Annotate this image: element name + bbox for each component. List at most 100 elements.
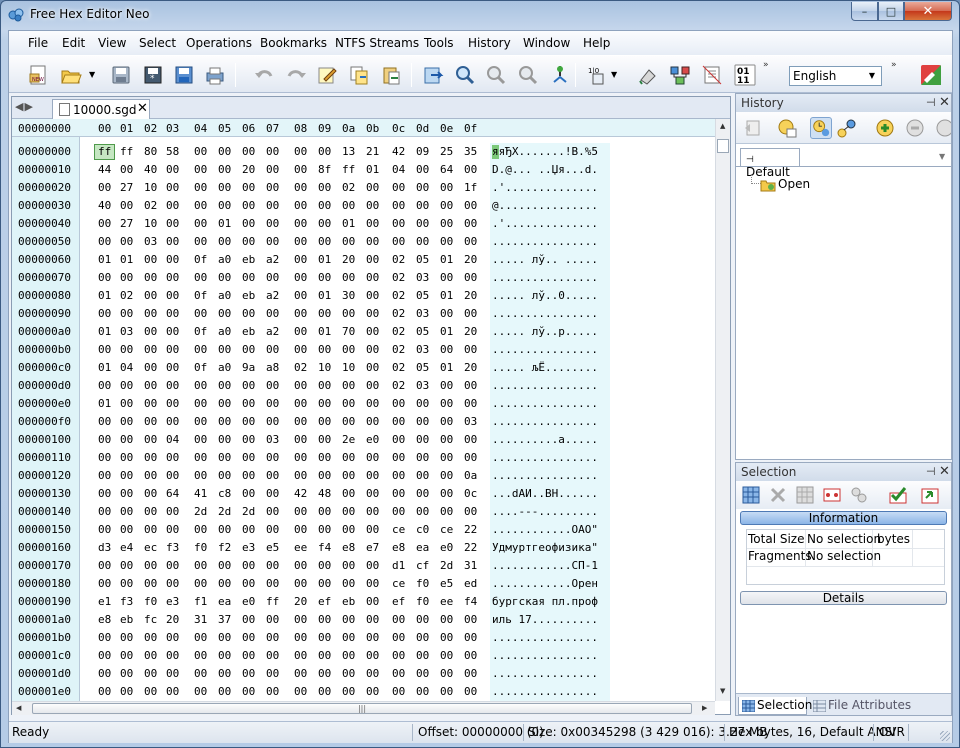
menu-operations[interactable]: Operations (186, 36, 252, 50)
hex-byte[interactable]: 00 (144, 361, 157, 374)
hex-byte[interactable]: 00 (98, 181, 111, 194)
ascii-text[interactable]: яяЂX.......!B.%5 (492, 145, 598, 158)
hex-byte[interactable]: 00 (294, 685, 307, 698)
hex-byte[interactable]: 01 (218, 217, 231, 230)
hex-byte[interactable]: 00 (120, 505, 133, 518)
hex-byte[interactable]: 00 (318, 469, 331, 482)
hex-byte[interactable]: 00 (98, 487, 111, 500)
hex-byte[interactable]: 00 (440, 487, 453, 500)
hex-byte[interactable]: 00 (294, 577, 307, 590)
hex-byte[interactable]: 00 (366, 505, 379, 518)
hex-byte[interactable]: 00 (318, 343, 331, 356)
hex-byte[interactable]: 00 (266, 379, 279, 392)
hex-byte[interactable]: 01 (342, 217, 355, 230)
hex-byte[interactable]: 00 (218, 343, 231, 356)
hex-byte[interactable]: 00 (294, 631, 307, 644)
information-group-header[interactable]: Information (740, 511, 947, 525)
find-icon[interactable] (454, 64, 476, 86)
hex-byte[interactable]: 03 (120, 325, 133, 338)
hex-byte[interactable]: 00 (120, 559, 133, 572)
hex-byte[interactable]: 00 (120, 631, 133, 644)
hex-byte[interactable]: e0 (366, 433, 379, 446)
hex-byte[interactable]: e3 (166, 595, 179, 608)
hex-byte[interactable]: 00 (144, 649, 157, 662)
hex-byte[interactable]: ea (218, 595, 231, 608)
hex-byte[interactable]: 00 (342, 343, 355, 356)
export-selection-icon[interactable] (920, 485, 940, 505)
hex-byte[interactable]: 20 (464, 253, 477, 266)
chevron-down-icon[interactable]: ▼ (939, 152, 945, 161)
hex-byte[interactable]: 00 (416, 181, 429, 194)
hex-byte[interactable]: 00 (166, 217, 179, 230)
hex-byte[interactable]: 01 (98, 289, 111, 302)
hex-byte[interactable]: 00 (242, 343, 255, 356)
history-clock-icon[interactable] (810, 117, 832, 139)
hex-byte[interactable]: 00 (266, 667, 279, 680)
hex-byte[interactable]: 00 (342, 199, 355, 212)
hex-byte[interactable]: 00 (194, 181, 207, 194)
hex-byte[interactable]: 40 (98, 199, 111, 212)
hex-byte[interactable]: 00 (98, 307, 111, 320)
hex-byte[interactable]: 00 (440, 235, 453, 248)
hex-byte[interactable]: 00 (318, 523, 331, 536)
find-prev-icon[interactable] (517, 64, 539, 86)
menu-select[interactable]: Select (139, 36, 176, 50)
hex-byte[interactable]: 00 (342, 667, 355, 680)
ascii-text[interactable]: ................ (492, 415, 598, 428)
hex-byte[interactable]: 00 (342, 271, 355, 284)
hex-byte[interactable]: 03 (266, 433, 279, 446)
pin-icon[interactable]: ⊣ (926, 96, 936, 109)
hex-byte[interactable]: 00 (266, 469, 279, 482)
open-dropdown-icon[interactable]: ▼ (89, 64, 99, 86)
hex-byte[interactable]: 00 (318, 667, 331, 680)
hex-byte[interactable]: 00 (144, 343, 157, 356)
menu-help[interactable]: Help (583, 36, 610, 50)
hex-byte[interactable]: 00 (194, 577, 207, 590)
hex-byte[interactable]: 00 (366, 343, 379, 356)
hex-byte[interactable]: 00 (464, 631, 477, 644)
hex-byte[interactable]: 8f (318, 163, 331, 176)
hex-byte[interactable]: 00 (294, 271, 307, 284)
hex-byte[interactable]: 00 (242, 271, 255, 284)
hex-byte[interactable]: ff (266, 595, 279, 608)
menu-history[interactable]: History (468, 36, 511, 50)
hex-byte[interactable]: 00 (194, 649, 207, 662)
ascii-text[interactable]: ................ (492, 631, 598, 644)
hex-byte[interactable]: 00 (120, 685, 133, 698)
hex-byte[interactable]: 00 (166, 469, 179, 482)
hex-byte[interactable]: 41 (194, 487, 207, 500)
hex-byte[interactable]: 00 (218, 271, 231, 284)
hex-byte[interactable]: 00 (416, 505, 429, 518)
hex-byte[interactable]: 00 (342, 505, 355, 518)
hex-byte[interactable]: 00 (294, 289, 307, 302)
hex-byte[interactable]: 00 (242, 487, 255, 500)
hex-byte[interactable]: 00 (194, 631, 207, 644)
hex-byte[interactable]: 00 (194, 307, 207, 320)
hex-byte[interactable]: 00 (318, 379, 331, 392)
hex-byte[interactable]: 0f (194, 253, 207, 266)
ascii-text[interactable]: ..... лў..0..... (492, 289, 598, 302)
hex-byte[interactable]: cf (416, 559, 429, 572)
hex-byte[interactable]: f0 (416, 595, 429, 608)
hex-byte[interactable]: 00 (98, 649, 111, 662)
hex-byte[interactable]: ff (342, 163, 355, 176)
hex-byte[interactable]: 02 (392, 289, 405, 302)
hex-byte[interactable]: 00 (366, 631, 379, 644)
hex-byte[interactable]: 00 (166, 199, 179, 212)
hex-byte[interactable]: 2d (440, 559, 453, 572)
hex-byte[interactable]: eb (120, 613, 133, 626)
hex-byte[interactable]: ee (294, 541, 307, 554)
hex-byte[interactable]: 00 (342, 379, 355, 392)
ascii-text[interactable]: ..... лў..p..... (492, 325, 598, 338)
hex-byte[interactable]: 00 (194, 469, 207, 482)
hex-byte[interactable]: 00 (366, 595, 379, 608)
hex-byte[interactable]: 00 (166, 397, 179, 410)
hex-byte[interactable]: 00 (218, 415, 231, 428)
hex-byte[interactable]: 02 (144, 199, 157, 212)
hex-byte[interactable]: 00 (242, 145, 255, 158)
hex-byte[interactable]: 00 (242, 451, 255, 464)
hex-byte[interactable]: 00 (120, 451, 133, 464)
hex-byte[interactable]: 00 (194, 667, 207, 680)
ascii-text[interactable]: .'.............. (492, 181, 598, 194)
hex-byte[interactable]: 00 (342, 415, 355, 428)
